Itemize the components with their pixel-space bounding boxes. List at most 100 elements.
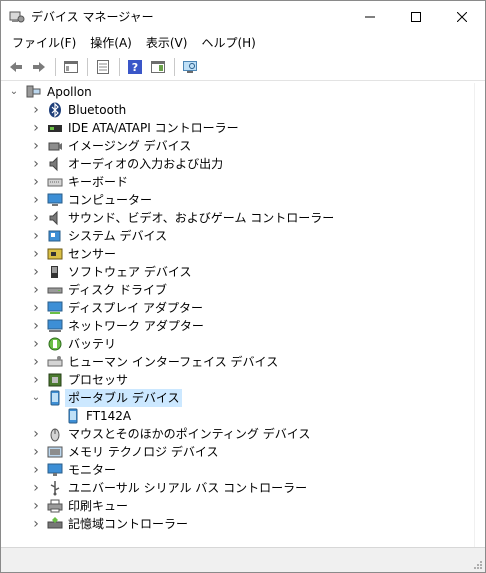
chevron-right-icon[interactable]: › bbox=[31, 137, 41, 155]
tree-category-item[interactable]: › 印刷キュー bbox=[1, 497, 475, 515]
tree-category-item[interactable]: › オーディオの入力および出力 bbox=[1, 155, 475, 173]
toolbar-separator bbox=[87, 58, 88, 76]
chevron-right-icon[interactable]: › bbox=[31, 227, 41, 245]
chevron-right-icon[interactable]: › bbox=[31, 209, 41, 227]
chevron-right-icon[interactable]: › bbox=[31, 515, 41, 533]
tree-item-label: FT142A bbox=[86, 409, 132, 423]
maximize-button[interactable] bbox=[393, 1, 439, 32]
tree-category-item[interactable]: › ネットワーク アダプター bbox=[1, 317, 475, 335]
chevron-right-icon[interactable]: › bbox=[31, 173, 41, 191]
scan-hardware-button[interactable] bbox=[179, 56, 201, 78]
chevron-right-icon[interactable]: › bbox=[31, 479, 41, 497]
chevron-right-icon[interactable]: › bbox=[31, 101, 41, 119]
tree-category-item[interactable]: › コンピューター bbox=[1, 191, 475, 209]
bluetooth-icon bbox=[47, 102, 63, 118]
tree-item-label: マウスとそのほかのポインティング デバイス bbox=[68, 427, 311, 441]
usb-icon bbox=[47, 480, 63, 496]
chevron-right-icon[interactable]: › bbox=[31, 353, 41, 371]
tree-category-item[interactable]: › イメージング デバイス bbox=[1, 137, 475, 155]
tree-item-label: バッテリ bbox=[68, 337, 117, 351]
tree-category-item[interactable]: › システム デバイス bbox=[1, 227, 475, 245]
software-device-icon bbox=[47, 264, 63, 280]
title-bar[interactable]: デバイス マネージャー bbox=[1, 1, 485, 32]
portable-device-icon bbox=[65, 408, 81, 424]
tree-root[interactable]: ⌄ Apollon bbox=[1, 83, 475, 101]
toolbar-separator bbox=[174, 58, 175, 76]
chevron-right-icon[interactable]: › bbox=[31, 191, 41, 209]
tree-category-item[interactable]: › ユニバーサル シリアル バス コントローラー bbox=[1, 479, 475, 497]
scan-hardware-icon bbox=[183, 61, 197, 73]
help-button[interactable]: ? bbox=[124, 56, 146, 78]
chevron-right-icon[interactable]: › bbox=[31, 425, 41, 443]
tree-category-item[interactable]: › マウスとそのほかのポインティング デバイス bbox=[1, 425, 475, 443]
forward-arrow-icon bbox=[33, 62, 45, 72]
device-manager-window: デバイス マネージャー ファイル(F) 操作(A) 表示(V) ヘルプ(H) ?… bbox=[0, 0, 486, 573]
action-pane-button[interactable] bbox=[147, 56, 169, 78]
tree-category-item[interactable]: › ディスプレイ アダプター bbox=[1, 299, 475, 317]
tree-category-item[interactable]: › サウンド、ビデオ、およびゲーム コントローラー bbox=[1, 209, 475, 227]
menu-view[interactable]: 表示(V) bbox=[139, 32, 195, 54]
back-button[interactable] bbox=[5, 56, 27, 78]
chevron-right-icon[interactable]: › bbox=[31, 263, 41, 281]
tree-category-item[interactable]: › バッテリ bbox=[1, 335, 475, 353]
chevron-down-icon[interactable]: ⌄ bbox=[31, 389, 41, 407]
minimize-button[interactable] bbox=[347, 1, 393, 32]
vertical-scrollbar[interactable] bbox=[474, 83, 485, 548]
camera-icon bbox=[47, 138, 63, 154]
chevron-right-icon[interactable]: › bbox=[31, 299, 41, 317]
chevron-right-icon[interactable]: › bbox=[31, 497, 41, 515]
tree-category-item[interactable]: › プロセッサ bbox=[1, 371, 475, 389]
device-tree[interactable]: ⌄ Apollon › Bluetooth › IDE ATA/ATAPI コントロー… bbox=[1, 83, 475, 548]
tree-item-label: オーディオの入力および出力 bbox=[68, 157, 224, 171]
toolbar-separator bbox=[119, 58, 120, 76]
properties-button[interactable] bbox=[92, 56, 114, 78]
tree-item-label: センサー bbox=[68, 247, 117, 261]
keyboard-icon bbox=[47, 174, 63, 190]
forward-button[interactable] bbox=[28, 56, 50, 78]
tree-category-item[interactable]: › キーボード bbox=[1, 173, 475, 191]
toolbar: ? bbox=[1, 54, 485, 81]
chevron-right-icon[interactable]: › bbox=[31, 461, 41, 479]
chevron-right-icon[interactable]: › bbox=[31, 371, 41, 389]
help-icon: ? bbox=[128, 60, 142, 74]
show-hide-console-tree-button[interactable] bbox=[60, 56, 82, 78]
menu-action[interactable]: 操作(A) bbox=[83, 32, 139, 54]
tree-category-item[interactable]: ⌄ ポータブル デバイス bbox=[1, 389, 475, 407]
close-icon bbox=[457, 11, 467, 22]
chevron-right-icon[interactable]: › bbox=[31, 119, 41, 137]
tree-item-label: 印刷キュー bbox=[68, 499, 129, 513]
chevron-right-icon[interactable]: › bbox=[31, 317, 41, 335]
chevron-right-icon[interactable]: › bbox=[31, 281, 41, 299]
close-button[interactable] bbox=[439, 1, 485, 32]
tree-category-item[interactable]: › Bluetooth bbox=[1, 101, 475, 119]
menu-file[interactable]: ファイル(F) bbox=[5, 32, 83, 54]
ide-controller-icon bbox=[47, 120, 63, 136]
chevron-right-icon[interactable]: › bbox=[31, 335, 41, 353]
menu-help[interactable]: ヘルプ(H) bbox=[194, 32, 262, 54]
sensor-icon bbox=[47, 246, 63, 262]
tree-device-item[interactable]: FT142A bbox=[1, 407, 475, 425]
maximize-icon bbox=[411, 11, 421, 22]
tree-item-label: ユニバーサル シリアル バス コントローラー bbox=[68, 481, 308, 495]
chevron-down-icon[interactable]: ⌄ bbox=[9, 83, 19, 101]
toolbar-separator bbox=[55, 58, 56, 76]
tree-root-label: Apollon bbox=[47, 85, 92, 99]
tree-category-item[interactable]: › ディスク ドライブ bbox=[1, 281, 475, 299]
tree-category-item[interactable]: › 記憶域コントローラー bbox=[1, 515, 475, 533]
tree-category-item[interactable]: › メモリ テクノロジ デバイス bbox=[1, 443, 475, 461]
tree-item-label: サウンド、ビデオ、およびゲーム コントローラー bbox=[68, 211, 335, 225]
chevron-right-icon[interactable]: › bbox=[31, 155, 41, 173]
tree-category-item[interactable]: › ソフトウェア デバイス bbox=[1, 263, 475, 281]
tree-item-label: ポータブル デバイス bbox=[65, 389, 183, 407]
tree-category-item[interactable]: › センサー bbox=[1, 245, 475, 263]
tree-item-label: IDE ATA/ATAPI コントローラー bbox=[68, 121, 239, 135]
printer-icon bbox=[47, 498, 63, 514]
resize-grip-icon[interactable] bbox=[473, 560, 483, 570]
tree-item-label: コンピューター bbox=[68, 193, 153, 207]
tree-category-item[interactable]: › ヒューマン インターフェイス デバイス bbox=[1, 353, 475, 371]
tree-category-item[interactable]: › モニター bbox=[1, 461, 475, 479]
action-pane-icon bbox=[151, 61, 165, 73]
chevron-right-icon[interactable]: › bbox=[31, 245, 41, 263]
chevron-right-icon[interactable]: › bbox=[31, 443, 41, 461]
tree-category-item[interactable]: › IDE ATA/ATAPI コントローラー bbox=[1, 119, 475, 137]
